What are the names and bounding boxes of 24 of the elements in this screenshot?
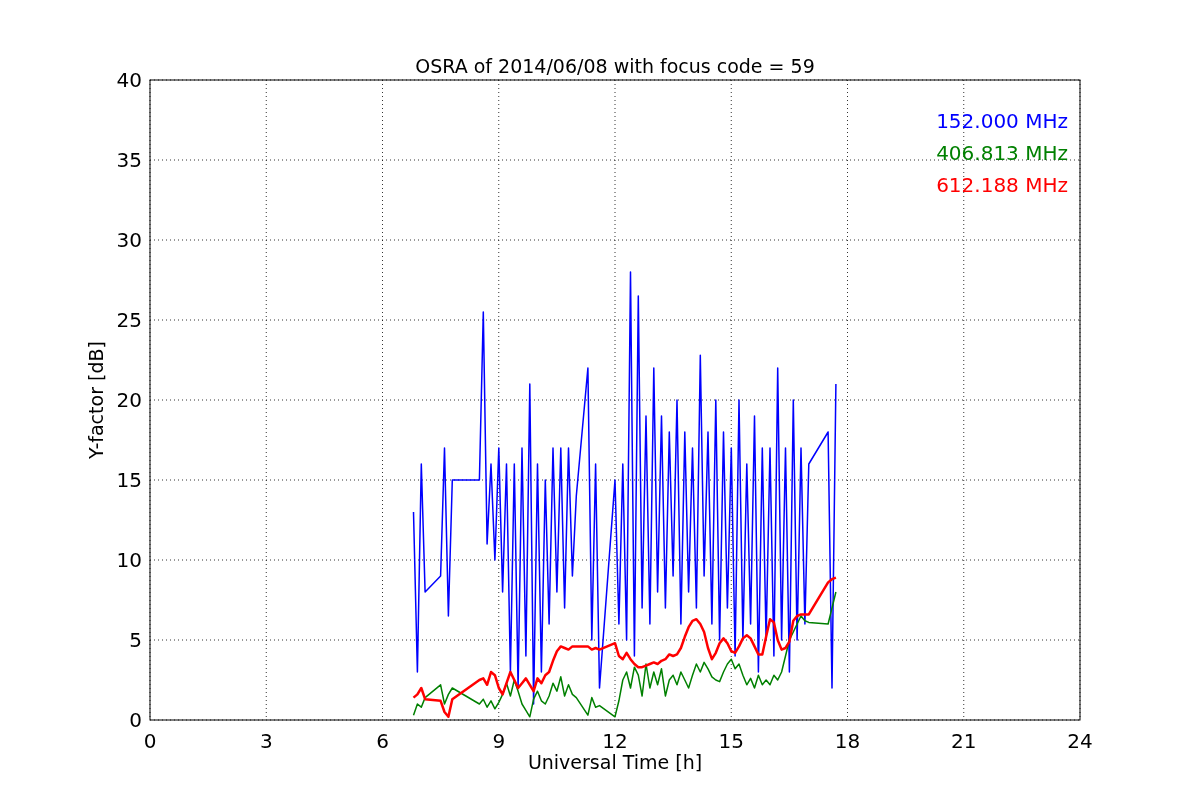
tick-label: 30 bbox=[116, 228, 142, 252]
legend-label: 612.188 MHz bbox=[936, 173, 1068, 197]
tick-label: 21 bbox=[951, 729, 977, 753]
legend-label: 152.000 MHz bbox=[936, 109, 1068, 133]
tick-label: 12 bbox=[602, 729, 628, 753]
legend-label: 406.813 MHz bbox=[936, 141, 1068, 165]
tick-label: 0 bbox=[143, 729, 157, 753]
chart-title: OSRA of 2014/06/08 with focus code = 59 bbox=[415, 55, 815, 77]
tick-label: 24 bbox=[1067, 729, 1093, 753]
tick-label: 0 bbox=[129, 708, 142, 732]
y-axis-label: Y-factor [dB] bbox=[85, 341, 107, 459]
tick-label: 6 bbox=[376, 729, 389, 753]
tick-label: 3 bbox=[259, 729, 273, 753]
x-axis-label: Universal Time [h] bbox=[527, 751, 703, 773]
tick-label: 20 bbox=[116, 388, 142, 412]
tick-label: 25 bbox=[116, 308, 142, 332]
tick-label: 40 bbox=[116, 68, 142, 92]
tick-label: 35 bbox=[116, 148, 142, 172]
tick-label: 15 bbox=[718, 729, 744, 753]
tick-label: 10 bbox=[116, 548, 142, 572]
tick-label: 18 bbox=[834, 729, 861, 753]
tick-label: 9 bbox=[492, 729, 506, 753]
tick-label: 15 bbox=[116, 468, 142, 492]
tick-label: 5 bbox=[129, 628, 142, 652]
